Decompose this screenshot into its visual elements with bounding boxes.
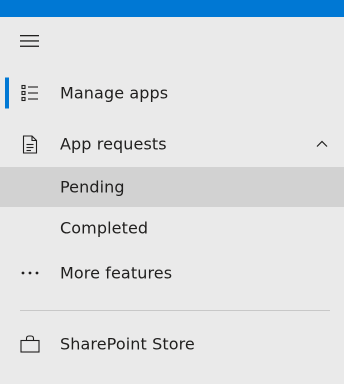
hamburger-icon (20, 35, 39, 47)
nav-item-more-features[interactable]: More features (0, 253, 344, 293)
document-icon (20, 134, 40, 154)
nav-item-app-requests[interactable]: App requests (0, 124, 344, 164)
more-ellipsis-icon (20, 263, 40, 283)
list-bullets-icon (20, 83, 40, 103)
hamburger-menu-button[interactable] (11, 25, 49, 57)
top-accent-bar (0, 0, 344, 17)
nav-item-label: More features (60, 263, 173, 283)
nav-subitem-label: Completed (60, 218, 149, 238)
selection-indicator (5, 77, 9, 109)
nav-item-label: SharePoint Store (60, 334, 195, 354)
shopping-bag-icon (20, 334, 40, 354)
nav-subitem-completed[interactable]: Completed (0, 208, 344, 248)
nav-item-label: App requests (60, 134, 167, 154)
nav-subitem-pending[interactable]: Pending (0, 167, 344, 207)
nav-item-manage-apps[interactable]: Manage apps (0, 73, 344, 113)
nav-divider (20, 310, 330, 311)
nav-item-label: Manage apps (60, 83, 169, 103)
chevron-up-icon[interactable] (315, 137, 329, 151)
nav-subitem-label: Pending (60, 177, 125, 197)
nav-item-sharepoint-store[interactable]: SharePoint Store (0, 324, 344, 364)
left-navigation: Manage apps App requests Pending Complet… (0, 17, 344, 384)
